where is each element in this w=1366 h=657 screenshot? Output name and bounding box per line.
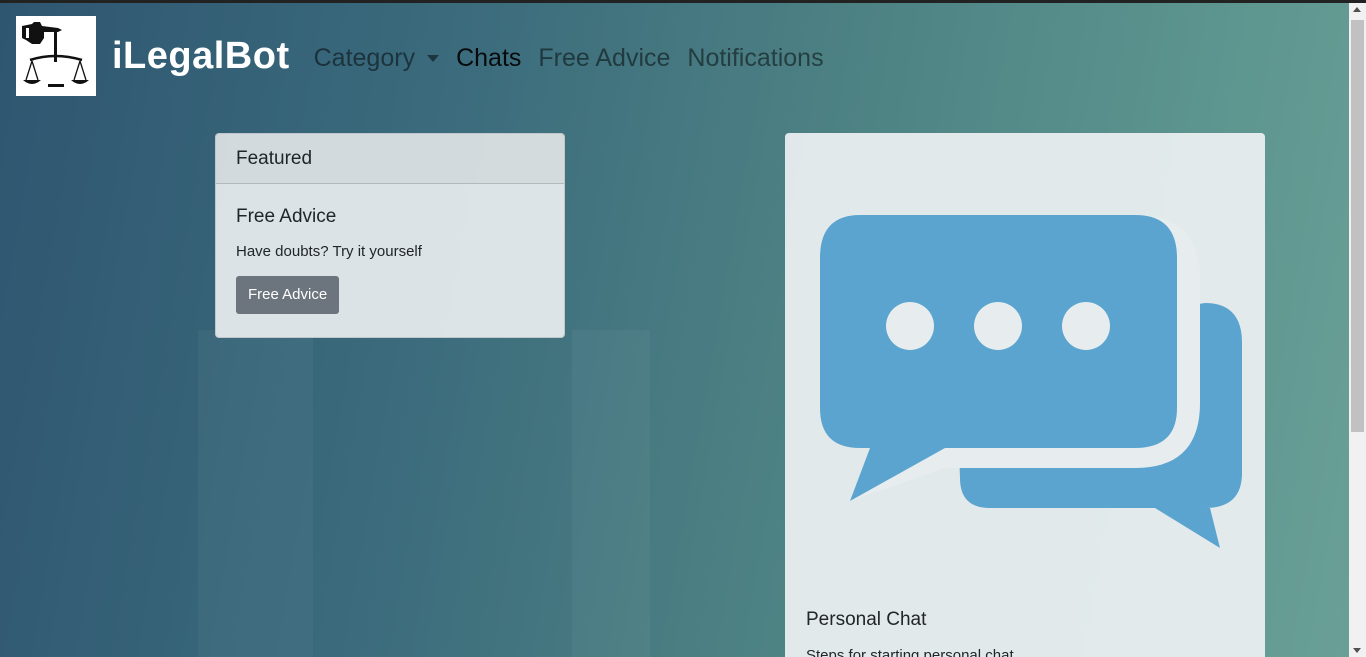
nav-menu: Category Chats Free Advice Notifications bbox=[314, 44, 841, 73]
card-body: Free Advice Have doubts? Try it yourself… bbox=[216, 184, 564, 334]
nav-item-label: Category bbox=[313, 43, 416, 72]
scroll-up-icon[interactable] bbox=[1353, 7, 1361, 12]
personal-chat-card[interactable]: Personal Chat Steps for starting persona… bbox=[785, 133, 1265, 657]
scroll-down-icon[interactable] bbox=[1353, 648, 1361, 653]
nav-item-notifications[interactable]: Notifications bbox=[687, 44, 823, 73]
featured-card: Featured Free Advice Have doubts? Try it… bbox=[215, 133, 565, 338]
pointing-hand-scales-icon bbox=[22, 22, 89, 87]
card-text: Have doubts? Try it yourself bbox=[236, 243, 422, 260]
card-text: Steps for starting personal chat bbox=[806, 647, 1014, 657]
caret-down-icon bbox=[427, 54, 440, 62]
window-top-border bbox=[0, 0, 1366, 3]
nav-item-category[interactable]: Category bbox=[313, 43, 440, 73]
nav-item-free-advice[interactable]: Free Advice bbox=[538, 44, 670, 73]
navbar: iLegalBot Category Chats Free Advice Not… bbox=[16, 16, 841, 96]
free-advice-button[interactable]: Free Advice bbox=[236, 276, 340, 314]
background-streak bbox=[572, 330, 650, 657]
card-title: Free Advice bbox=[236, 206, 337, 227]
background-streak bbox=[198, 330, 313, 657]
nav-item-chats[interactable]: Chats bbox=[456, 44, 521, 73]
card-title: Personal Chat bbox=[806, 609, 927, 630]
card-header: Featured bbox=[216, 134, 564, 184]
brand-name[interactable]: iLegalBot bbox=[112, 35, 290, 78]
chat-bubbles-icon bbox=[820, 215, 1242, 548]
brand-logo[interactable] bbox=[16, 16, 96, 96]
vertical-scrollbar[interactable] bbox=[1349, 3, 1366, 657]
scroll-thumb[interactable] bbox=[1351, 20, 1364, 432]
